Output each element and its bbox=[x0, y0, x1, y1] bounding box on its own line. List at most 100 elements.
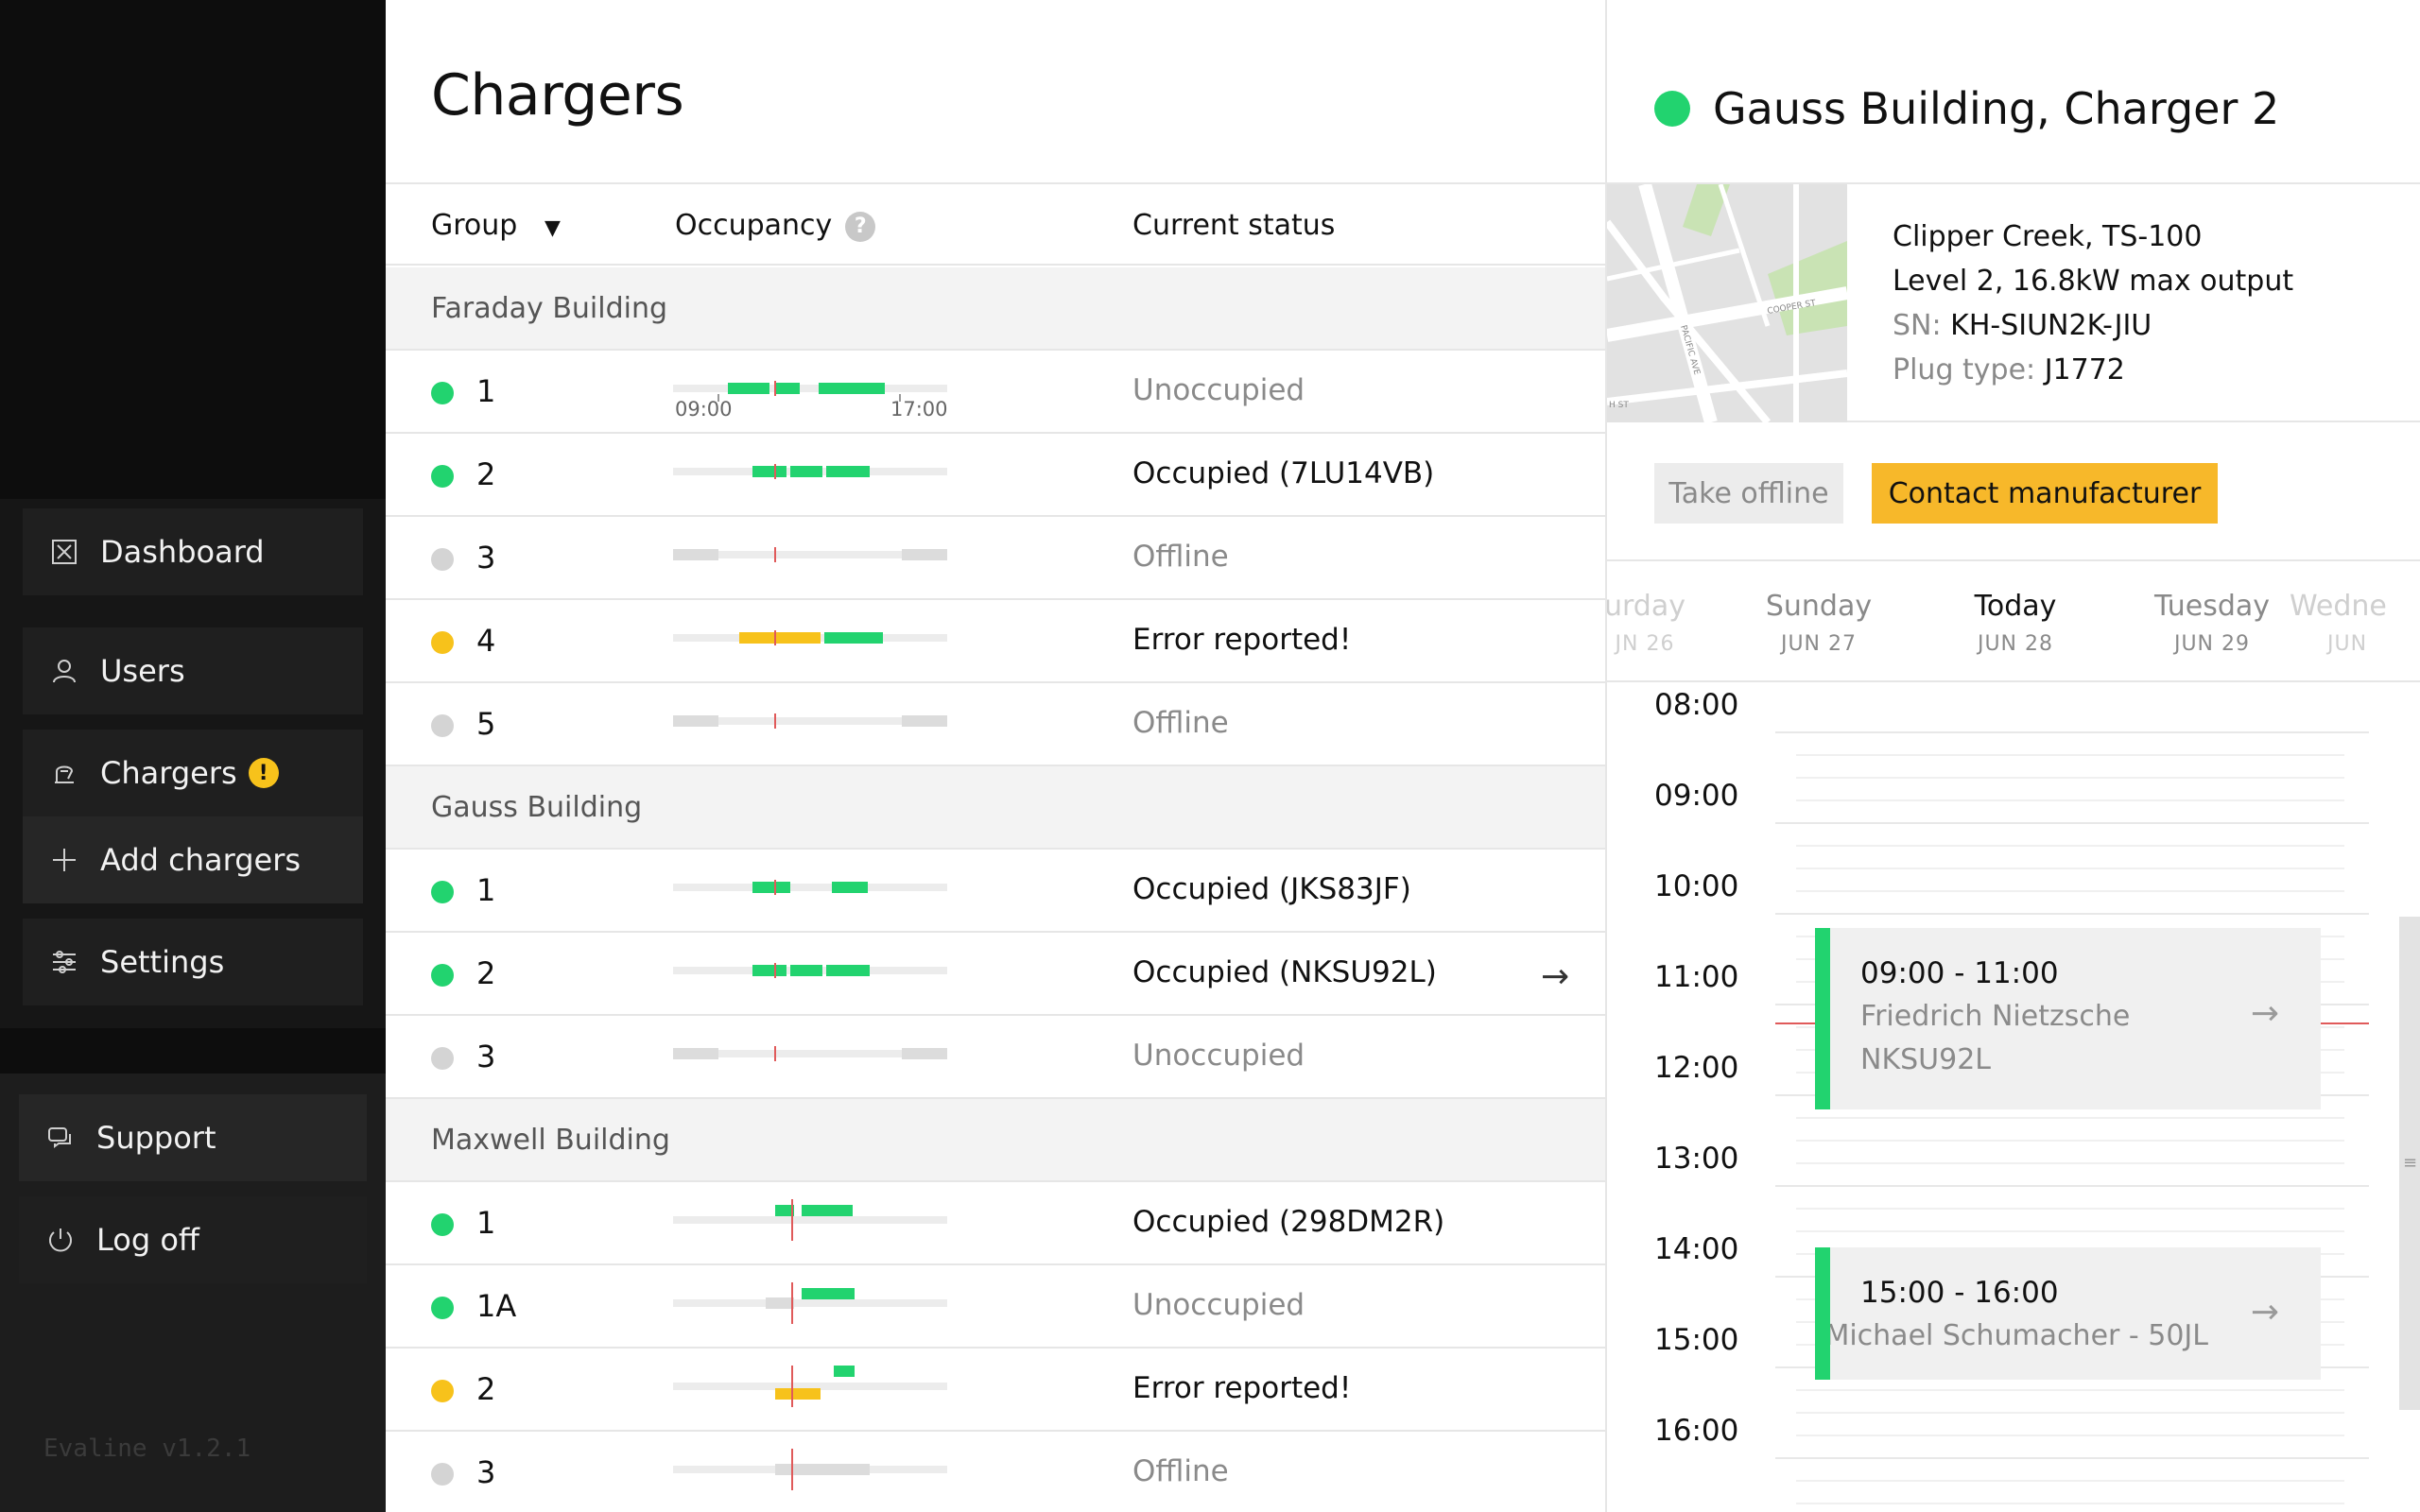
charger-model: Clipper Creek, TS-100 bbox=[1893, 220, 2203, 253]
group-header: Maxwell Building bbox=[386, 1099, 1605, 1182]
booking-event[interactable]: 15:00 - 16:00 Michael Schumacher - 50JL → bbox=[1815, 1247, 2321, 1380]
charger-row[interactable]: 1 09:00 17:00 Unoccupied bbox=[386, 351, 1605, 434]
charger-row[interactable]: 1 Occupied (JKS83JF) bbox=[386, 850, 1605, 933]
list-header: Group ▼ Occupancy? Current status bbox=[386, 182, 1605, 266]
arrow-right-icon[interactable]: → bbox=[1541, 957, 1569, 996]
occupancy-chart bbox=[673, 1046, 947, 1061]
status-header: Current status bbox=[1132, 209, 1336, 242]
charger-id: 3 bbox=[476, 540, 496, 576]
day-tab-today[interactable]: Today JUN 28 bbox=[1921, 590, 2110, 656]
day-name: Sunday bbox=[1765, 590, 1873, 623]
status-dot bbox=[431, 964, 454, 987]
contact-manufacturer-button[interactable]: Contact manufacturer bbox=[1872, 463, 2218, 524]
sidebar-item-label: Dashboard bbox=[100, 534, 265, 570]
sidebar: Dashboard Users Chargers ! Add chargers … bbox=[0, 0, 386, 1512]
hour-label: 09:00 bbox=[1654, 779, 1739, 813]
charger-id: 1 bbox=[476, 872, 496, 908]
quarter-gridline bbox=[1796, 1412, 2344, 1414]
sidebar-item-settings[interactable]: Settings bbox=[23, 919, 363, 1005]
sidebar-item-label: Add chargers bbox=[100, 842, 302, 878]
take-offline-button[interactable]: Take offline bbox=[1654, 463, 1843, 524]
status-dot bbox=[431, 1213, 454, 1236]
charger-status: Occupied (298DM2R) bbox=[1132, 1205, 1445, 1239]
charger-row[interactable]: 5 Offline bbox=[386, 683, 1605, 766]
plug-value: J1772 bbox=[2044, 353, 2125, 387]
occupancy-segment bbox=[752, 466, 786, 477]
sidebar-item-dashboard[interactable]: Dashboard bbox=[23, 508, 363, 595]
occupancy-segment bbox=[728, 383, 769, 394]
day-tab-wednesday[interactable]: Wedne JUN bbox=[2290, 590, 2420, 656]
charger-output: Level 2, 16.8kW max output bbox=[1893, 265, 2294, 298]
hour-gridline bbox=[1775, 1185, 2369, 1187]
logoff-button[interactable]: Log off bbox=[19, 1196, 367, 1283]
quarter-gridline bbox=[1796, 1435, 2344, 1436]
charger-id: 3 bbox=[476, 1039, 496, 1074]
occupancy-chart bbox=[673, 1449, 947, 1490]
occupancy-chart bbox=[673, 1366, 947, 1407]
event-status-bar bbox=[1815, 928, 1830, 1109]
status-dot bbox=[431, 714, 454, 737]
sidebar-item-label: Chargers bbox=[100, 755, 237, 791]
scroll-grip-icon: ≡ bbox=[2403, 1153, 2418, 1173]
charger-row[interactable]: 3 Unoccupied bbox=[386, 1016, 1605, 1099]
hour-label: 15:00 bbox=[1654, 1323, 1739, 1357]
quarter-gridline bbox=[1796, 1480, 2344, 1482]
charger-status: Occupied (JKS83JF) bbox=[1132, 872, 1411, 906]
occupancy-segment bbox=[766, 1297, 794, 1309]
charger-id: 1A bbox=[476, 1288, 517, 1324]
support-button[interactable]: Support bbox=[19, 1094, 367, 1181]
status-dot bbox=[431, 1297, 454, 1319]
occupancy-chart bbox=[673, 547, 947, 562]
status-dot bbox=[431, 382, 454, 404]
sidebar-header bbox=[0, 0, 386, 499]
charger-row[interactable]: 2 Occupied (NKSU92L) → bbox=[386, 933, 1605, 1016]
occupancy-segment bbox=[826, 965, 870, 976]
help-icon[interactable]: ? bbox=[845, 211, 876, 242]
charger-row[interactable]: 1 Occupied (298DM2R) bbox=[386, 1182, 1605, 1265]
timeline-scrollbar[interactable]: ≡ bbox=[2399, 917, 2420, 1410]
day-date: JUN 29 bbox=[2173, 632, 2251, 656]
group-sort-button[interactable]: Group ▼ bbox=[431, 209, 561, 242]
arrow-right-icon[interactable]: → bbox=[2251, 1293, 2279, 1332]
charger-specs: Clipper Creek, TS-100 Level 2, 16.8kW ma… bbox=[1893, 215, 2293, 392]
status-dot bbox=[1654, 91, 1690, 127]
occupancy-segment bbox=[752, 965, 786, 976]
sidebar-item-add-chargers[interactable]: Add chargers bbox=[23, 816, 363, 903]
hour-gridline bbox=[1775, 731, 2369, 733]
support-label: Support bbox=[96, 1120, 216, 1156]
charger-status: Unoccupied bbox=[1132, 1288, 1305, 1322]
quarter-gridline bbox=[1796, 845, 2344, 847]
occupancy-segment bbox=[739, 632, 821, 644]
occupancy-chart bbox=[673, 880, 947, 895]
occupancy-segment bbox=[832, 882, 868, 893]
day-tab-saturday[interactable]: urday JN 26 bbox=[1607, 590, 1739, 656]
occupancy-segment bbox=[790, 466, 822, 477]
charger-row[interactable]: 3 Offline bbox=[386, 1432, 1605, 1512]
day-name: Today bbox=[1974, 590, 2057, 623]
sidebar-item-chargers[interactable]: Chargers ! bbox=[23, 730, 363, 816]
day-name: Wedne bbox=[2290, 590, 2387, 623]
sn-label: SN: bbox=[1893, 309, 1942, 342]
charger-row[interactable]: 4 Error reported! bbox=[386, 600, 1605, 683]
group-name: Maxwell Building bbox=[431, 1124, 670, 1157]
arrow-right-icon[interactable]: → bbox=[2251, 994, 2279, 1033]
charger-row[interactable]: 2 Error reported! bbox=[386, 1349, 1605, 1432]
charger-row[interactable]: 3 Offline bbox=[386, 517, 1605, 600]
occupancy-chart bbox=[673, 464, 947, 479]
sidebar-item-label: Users bbox=[100, 653, 185, 689]
day-tab-sunday[interactable]: Sunday JUN 27 bbox=[1724, 590, 1913, 656]
location-map[interactable]: COOPER ST PACIFIC AVE H ST bbox=[1607, 184, 1847, 422]
charger-row[interactable]: 2 Occupied (7LU14VB) bbox=[386, 434, 1605, 517]
occupancy-segment bbox=[775, 1464, 870, 1475]
hour-label: 11:00 bbox=[1654, 960, 1739, 994]
sidebar-item-users[interactable]: Users bbox=[23, 627, 363, 714]
booking-event[interactable]: 09:00 - 11:00 Friedrich Nietzsche NKSU92L → bbox=[1815, 928, 2321, 1109]
day-tab-tuesday[interactable]: Tuesday JUN 29 bbox=[2118, 590, 2307, 656]
charger-detail-panel: Gauss Building, Charger 2 COOPER ST PACI… bbox=[1605, 0, 2420, 1512]
occupancy-segment bbox=[802, 1288, 855, 1299]
sidebar-item-label: Settings bbox=[100, 944, 225, 980]
charger-id: 1 bbox=[476, 373, 496, 409]
charger-icon bbox=[47, 756, 81, 790]
quarter-gridline bbox=[1796, 890, 2344, 892]
charger-row[interactable]: 1A Unoccupied bbox=[386, 1265, 1605, 1349]
